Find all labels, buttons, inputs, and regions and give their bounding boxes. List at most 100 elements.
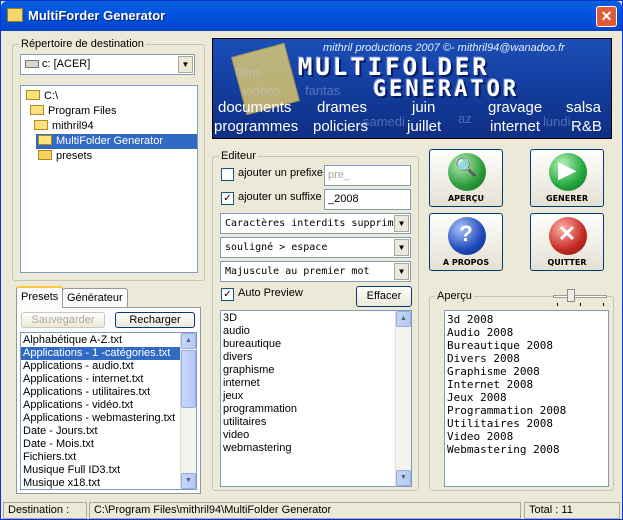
preset-item[interactable]: Applications - utilitaires.txt <box>21 386 181 399</box>
preset-item[interactable]: Applications - audio.txt <box>21 360 181 373</box>
category-line: divers <box>223 351 253 363</box>
folder-icon <box>38 150 52 160</box>
preview-item: Video 2008 <box>447 430 514 443</box>
banner-word: R&B <box>571 118 602 135</box>
preset-item[interactable]: Alphabétique A-Z.txt <box>21 334 181 347</box>
banner-word: documents <box>218 99 292 116</box>
preview-item: Graphisme 2008 <box>447 365 540 378</box>
scroll-down-icon[interactable]: ▼ <box>181 473 196 489</box>
category-line: 3D <box>223 312 238 324</box>
about-button[interactable]: ? A PROPOS <box>429 213 503 271</box>
preset-item[interactable]: Applications - internet.txt <box>21 373 181 386</box>
preview-item: Internet 2008 <box>447 378 534 391</box>
chevron-down-icon[interactable]: ▼ <box>394 239 409 256</box>
suffix-label: ajouter un suffixe <box>238 191 322 203</box>
category-line: audio <box>223 325 250 337</box>
clear-button[interactable]: Effacer <box>356 286 412 307</box>
preset-item[interactable]: Applications - 1 -catégories.txt <box>21 347 181 360</box>
help-glyph: ? <box>459 221 473 246</box>
preview-button[interactable]: 🔍 APERÇU <box>429 149 503 207</box>
presets-list[interactable]: Alphabétique A-Z.txt Applications - 1 -c… <box>20 332 197 490</box>
preset-item[interactable]: Applications - vidéo.txt <box>21 399 181 412</box>
title-bar[interactable]: MultiForder Generator ✕ <box>1 1 622 31</box>
status-destination-path: C:\Program Files\mithril94\MultiFolder G… <box>89 502 521 519</box>
category-line: bureautique <box>223 338 282 350</box>
banner-word: policiers <box>313 118 369 135</box>
preview-item: Utilitaires 2008 <box>447 417 553 430</box>
underscore-value: souligné > espace <box>225 242 328 253</box>
preview-slider[interactable] <box>553 289 607 306</box>
preset-item[interactable]: Date - Jours.txt <box>21 425 181 438</box>
scroll-down-icon[interactable]: ▼ <box>396 470 411 486</box>
tree-node-presets[interactable]: presets <box>36 149 95 164</box>
quit-button-label: QUITTER <box>547 258 587 267</box>
slider-thumb[interactable] <box>567 289 575 302</box>
save-preset-button[interactable]: Sauvegarder <box>21 312 105 328</box>
suffix-checkbox[interactable]: ✓ <box>221 192 234 205</box>
preset-item[interactable]: Fichiers.txt <box>21 451 181 464</box>
quit-button[interactable]: ✕ QUITTER <box>530 213 604 271</box>
banner-faint-word: az <box>458 111 472 126</box>
editor-group-label: Editeur <box>219 150 258 162</box>
folder-open-icon <box>38 135 52 145</box>
banner-faint-word: samedi <box>363 114 405 129</box>
slider-track <box>553 295 607 298</box>
banner-word: juin <box>412 99 436 116</box>
preview-item: Webmastering 2008 <box>447 443 560 456</box>
forbidden-chars-select[interactable]: Caractères interdits supprimés : ▼ <box>220 213 411 234</box>
capitalize-select[interactable]: Majuscule au premier mot ▼ <box>220 261 411 282</box>
folder-tree[interactable]: C:\ Program Files mithril94 MultiFolder … <box>20 85 198 273</box>
chevron-down-icon[interactable]: ▼ <box>178 56 193 73</box>
category-line: jeux <box>223 390 244 402</box>
main-window: MultiForder Generator ✕ Répertoire de de… <box>0 0 623 520</box>
tab-generateur[interactable]: Générateur <box>62 288 128 309</box>
scroll-up-icon[interactable]: ▲ <box>396 311 411 327</box>
preset-item[interactable]: Applications - webmastering.txt <box>21 412 181 425</box>
category-line: video <box>223 429 250 441</box>
status-total: Total : 11 <box>524 502 620 519</box>
banner-faint-word: vidéos <box>243 83 281 98</box>
category-line: graphisme <box>223 364 275 376</box>
close-glyph: ✕ <box>557 221 577 246</box>
preset-item[interactable]: Musique Full ID3.txt <box>21 464 181 477</box>
folder-open-icon <box>34 120 48 130</box>
underscore-select[interactable]: souligné > espace ▼ <box>220 237 411 258</box>
preview-list[interactable]: 3d 2008 Audio 2008 Bureautique 2008 Dive… <box>444 310 609 487</box>
scroll-thumb[interactable] <box>181 350 196 408</box>
chevron-down-icon[interactable]: ▼ <box>394 215 409 232</box>
preset-item[interactable]: Musique x18.txt <box>21 477 181 489</box>
tree-node-program-files[interactable]: Program Files <box>28 104 119 119</box>
auto-preview-checkbox[interactable]: ✓ <box>221 288 234 301</box>
tree-node-root[interactable]: C:\ <box>24 89 61 104</box>
preset-item[interactable]: Date - Mois.txt <box>21 438 181 451</box>
reload-preset-button[interactable]: Recharger <box>115 312 195 328</box>
tree-node-multifolder-generator[interactable]: MultiFolder Generator <box>36 134 197 149</box>
close-button[interactable]: ✕ <box>596 6 617 27</box>
magnifier-glyph: 🔍 <box>454 157 478 177</box>
drive-value: c: [ACER] <box>42 58 91 70</box>
preview-button-label: APERÇU <box>447 194 485 203</box>
editor-scrollbar[interactable]: ▲ ▼ <box>395 311 411 486</box>
tree-node-mithril94[interactable]: mithril94 <box>32 119 97 134</box>
prefix-checkbox[interactable] <box>221 168 234 181</box>
chevron-down-icon[interactable]: ▼ <box>394 263 409 280</box>
presets-scrollbar[interactable]: ▲ ▼ <box>180 333 196 489</box>
category-line: programmation <box>223 403 297 415</box>
presets-panel: Sauvegarder Recharger Alphabétique A-Z.t… <box>16 307 201 494</box>
close-icon: ✕ <box>600 8 613 24</box>
suffix-input[interactable]: _2008 <box>324 189 411 210</box>
preview-item: Programmation 2008 <box>447 404 567 417</box>
generate-button[interactable]: ▶ GENERER <box>530 149 604 207</box>
banner-word: gravage <box>488 99 543 116</box>
forbidden-chars-value: Caractères interdits supprimés : <box>225 218 411 229</box>
scroll-up-icon[interactable]: ▲ <box>181 333 196 349</box>
play-glyph: ▶ <box>558 157 576 182</box>
banner-word: programmes <box>214 118 299 135</box>
drive-select[interactable]: c: [ACER] ▼ <box>20 54 195 75</box>
preview-item: Jeux 2008 <box>447 391 507 404</box>
banner-word: drames <box>317 99 368 116</box>
categories-editor[interactable]: 3D audio bureautique divers graphisme in… <box>220 310 412 487</box>
tab-presets[interactable]: Presets <box>16 286 64 308</box>
prefix-input[interactable]: pre_ <box>324 165 411 186</box>
banner-faint-word: lundi <box>543 114 571 129</box>
